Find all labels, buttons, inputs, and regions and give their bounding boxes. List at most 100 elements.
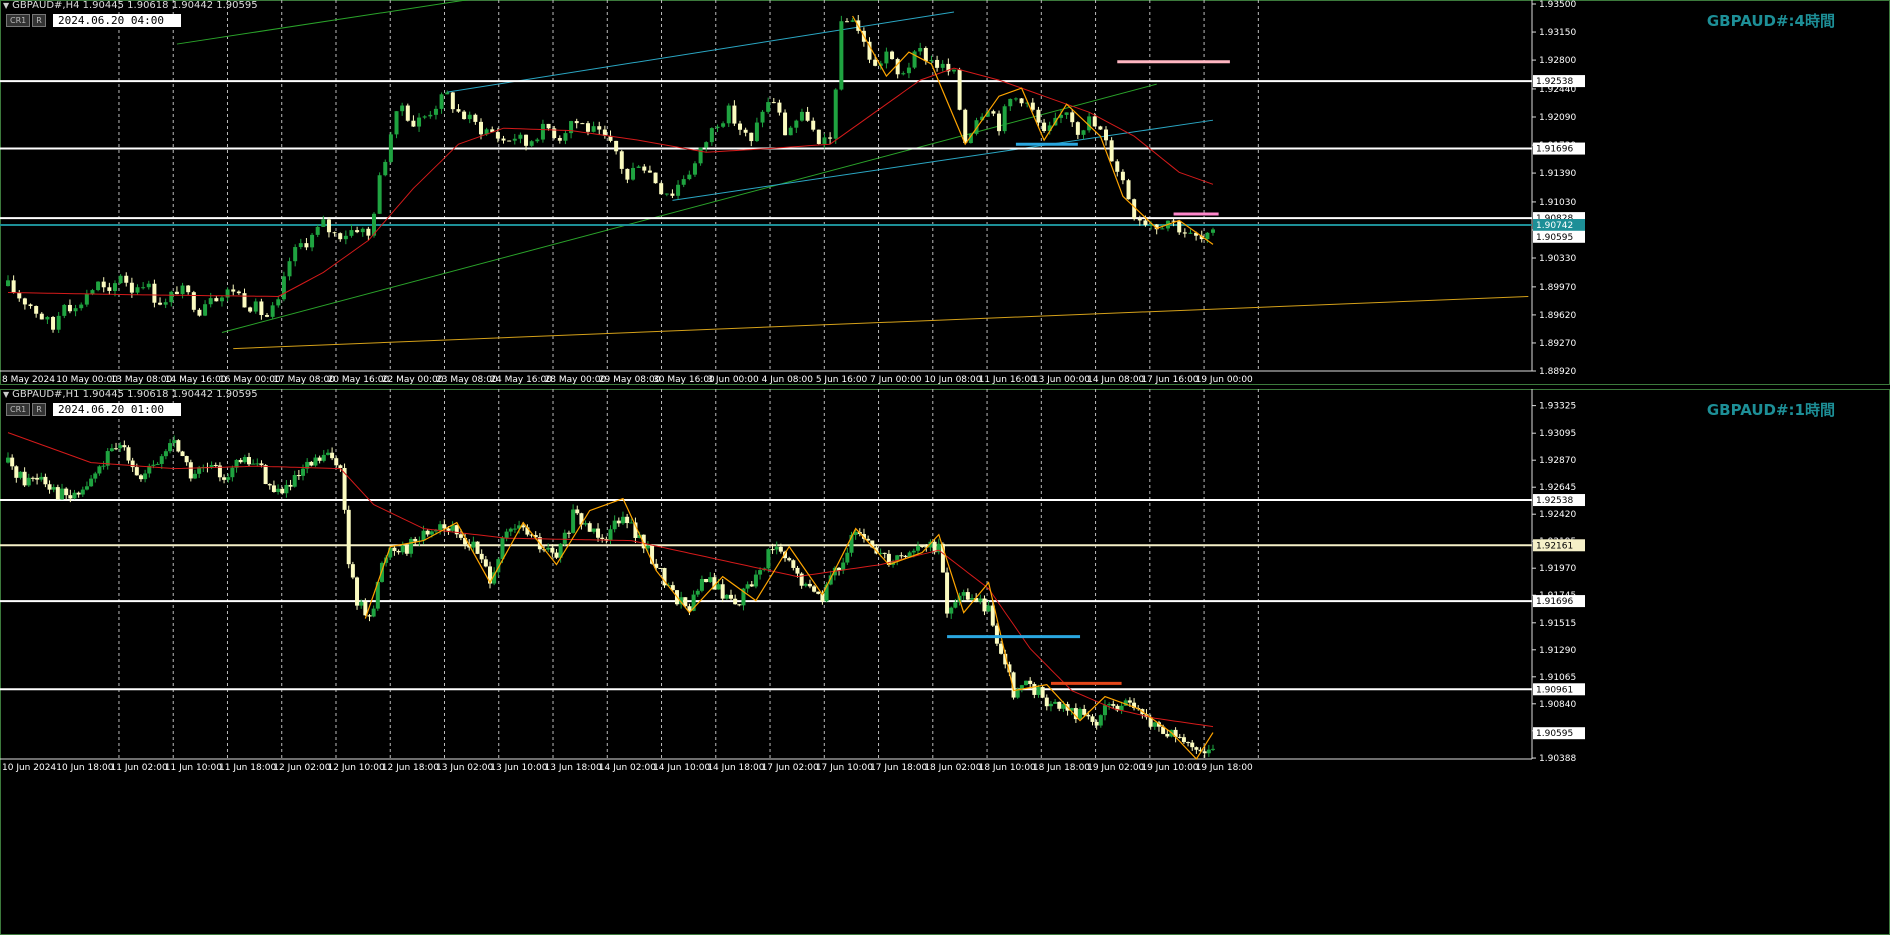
h4-x-tick-label: 8 May 2024 (2, 375, 55, 385)
h1-candle-body (1057, 701, 1062, 709)
h1-datetime-box[interactable]: 2024.06.20 01:00 (53, 403, 181, 416)
h1-candle-body (251, 463, 256, 465)
h4-candle-body (715, 126, 720, 129)
h1-candle-body (109, 448, 114, 452)
h1-candle-body (1028, 680, 1033, 685)
h1-candle-body (39, 476, 44, 480)
h4-trendline (233, 295, 1529, 350)
h4-candle-body (456, 109, 461, 112)
h4-badge-r[interactable]: R (32, 14, 46, 27)
h4-chart-panel[interactable]: 8 May 2024 10 May 00:00 13 May 08:00 14 May… (0, 0, 1890, 385)
h4-candle-body (349, 230, 354, 236)
h1-x-tick-label: 13 Jun 02:00 (436, 763, 493, 773)
h1-candle-body (321, 454, 326, 461)
h1-candle-body (566, 532, 571, 534)
h4-candle-body (597, 126, 602, 130)
h1-candle-body (978, 598, 983, 602)
h1-candle-body (591, 528, 596, 532)
h4-candle-body (141, 287, 146, 289)
h4-candle-body (265, 315, 270, 317)
h4-y-tick-label: 1.91390 (1539, 169, 1576, 179)
h4-candle-body (777, 102, 782, 113)
h4-candle-body (923, 47, 928, 62)
h1-candle-body (920, 545, 925, 547)
h4-candle-body (101, 281, 106, 288)
h4-candle-body (28, 304, 33, 307)
h1-candle-body (213, 464, 218, 466)
h1-badge-r[interactable]: R (32, 403, 46, 416)
h1-candle-body (134, 467, 139, 476)
h4-candle-body (625, 168, 630, 180)
h4-candle-body (34, 306, 39, 314)
h1-candle-body (1086, 714, 1091, 717)
h1-candle-body (338, 465, 343, 469)
h1-candle-body (812, 586, 817, 592)
h1-candle-body (267, 484, 272, 486)
h1-candle-body (546, 547, 551, 550)
h1-candle-body (903, 555, 908, 557)
h4-candle-body (242, 293, 247, 308)
h1-current-price-label: 1.90595 (1536, 729, 1573, 739)
h4-chart-svg[interactable]: 8 May 2024 10 May 00:0013 May 08:0014 May… (0, 0, 1890, 385)
h1-candle-body (425, 530, 430, 535)
h4-candle-body (158, 302, 163, 305)
h4-candle-body (647, 170, 652, 173)
h4-candle-body (1075, 122, 1080, 135)
h4-y-tick-label: 1.89270 (1539, 339, 1576, 349)
h4-candle-body (276, 299, 281, 306)
h1-candle-body (413, 538, 418, 542)
h1-candle-body (6, 457, 10, 463)
h1-candle-body (14, 466, 19, 478)
h1-candle-body (658, 567, 663, 569)
h4-x-tick-label: 7 Jun 00:00 (870, 375, 922, 385)
h1-candle-body (1177, 736, 1182, 738)
h4-datetime-box[interactable]: 2024.06.20 04:00 (53, 14, 181, 27)
h4-y-tick-label: 1.88920 (1539, 367, 1576, 377)
h1-candle-body (209, 464, 214, 468)
h1-candle-body (151, 464, 156, 466)
h1-candle-body (309, 461, 314, 466)
h4-frame (0, 0, 1890, 385)
h1-candle-body (737, 604, 742, 606)
h4-candle-body (203, 304, 208, 316)
h4-candle-body (124, 275, 129, 283)
h1-candle-body (986, 605, 991, 612)
h1-chart-panel[interactable]: 10 Jun 2024 10 Jun 18:00 11 Jun 02:00 11 Ju… (0, 389, 1890, 935)
h4-candle-body (557, 137, 562, 141)
h4-candle-body (135, 287, 140, 293)
h4-x-tick-label: 29 May 08:00 (599, 375, 661, 385)
h4-candle-body (1211, 229, 1215, 233)
h4-candle-body (754, 122, 759, 142)
h1-x-tick-label: 12 Jun 02:00 (273, 763, 330, 773)
h4-current-price-label: 1.90595 (1536, 233, 1573, 243)
h4-candle-body (1104, 129, 1109, 141)
h4-symbol-ohlc: GBPAUD#,H4 1.90445 1.90618 1.90442 1.905… (12, 0, 258, 11)
h1-candle-body (288, 484, 293, 487)
h4-candle-body (631, 167, 636, 180)
h4-candle-body (839, 21, 844, 90)
h4-candle-body (619, 151, 624, 169)
h1-candle-body (882, 552, 887, 554)
h1-badge-cr1[interactable]: CR1 (6, 403, 31, 416)
h4-candle-body (377, 175, 382, 214)
h4-candle-body (22, 298, 27, 305)
h1-y-tick-label: 1.92420 (1539, 510, 1576, 520)
h1-candle-body (1194, 747, 1199, 750)
h1-chart-svg[interactable]: 10 Jun 2024 10 Jun 18:0011 Jun 02:0011 Ju… (0, 389, 1890, 935)
h4-y-tick-label: 1.90330 (1539, 254, 1576, 264)
h1-candle-body (313, 457, 318, 466)
h1-candle-body (334, 458, 339, 466)
collapse-triangle-icon[interactable]: ▼ (3, 1, 9, 10)
h1-candle-body (795, 567, 800, 574)
collapse-triangle-icon[interactable]: ▼ (3, 390, 9, 399)
h1-candle-body (471, 541, 476, 548)
h4-candle-body (163, 302, 168, 305)
h4-badge-cr1[interactable]: CR1 (6, 14, 31, 27)
h4-x-tick-label: 23 May 08:00 (436, 375, 498, 385)
h1-candle-body (629, 522, 634, 524)
h1-candle-body (571, 509, 576, 533)
h4-candle-body (231, 289, 236, 292)
h4-level-label: 1.90742 (1536, 221, 1573, 231)
h1-candle-body (733, 598, 738, 605)
h4-x-tick-label: 17 May 08:00 (273, 375, 335, 385)
